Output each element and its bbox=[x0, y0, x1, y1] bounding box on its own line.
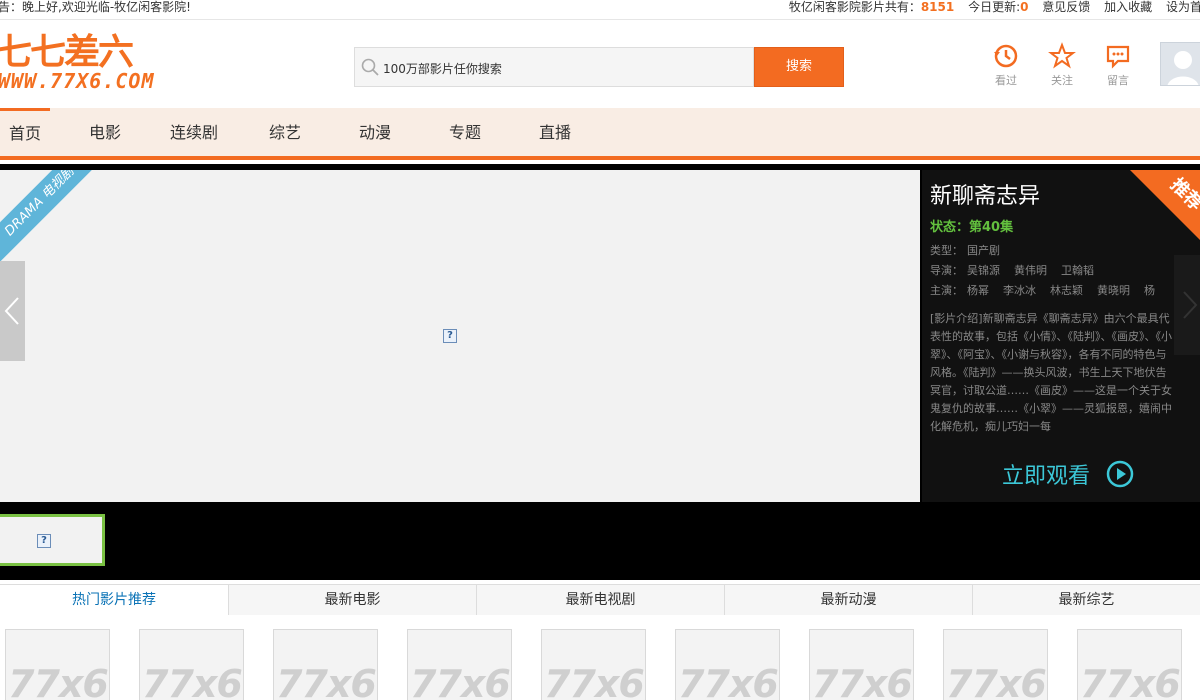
avatar[interactable] bbox=[1160, 42, 1200, 86]
search-button[interactable]: 搜索 bbox=[754, 47, 844, 87]
poster-watermark: 77x6 bbox=[678, 662, 779, 700]
nav-home[interactable]: 首页 bbox=[0, 108, 50, 156]
nav-movies[interactable]: 电影 bbox=[80, 108, 130, 156]
search-box bbox=[354, 47, 754, 87]
chevron-right-icon bbox=[1183, 291, 1198, 319]
history-button[interactable]: 看过 bbox=[984, 42, 1028, 92]
movie-poster[interactable]: 77x6 bbox=[809, 629, 914, 700]
tab-latest-variety[interactable]: 最新综艺 bbox=[972, 584, 1200, 615]
movie-poster[interactable]: 77x6 bbox=[273, 629, 378, 700]
site-logo[interactable]: 七七差六 WWW.77X6.COM bbox=[0, 34, 186, 94]
message-button[interactable]: 留言 bbox=[1096, 42, 1140, 92]
banner-thumbnail[interactable]: ? bbox=[0, 514, 105, 566]
featured-title[interactable]: 新聊斋志异 bbox=[930, 178, 1040, 210]
play-icon bbox=[1106, 460, 1134, 488]
poster-watermark: 77x6 bbox=[276, 662, 377, 700]
director-label: 导演： bbox=[930, 264, 963, 277]
cast-name[interactable]: 黄晓明 bbox=[1097, 284, 1130, 297]
director-row: 导演： 吴锦源 黄伟明 卫翰韬 bbox=[930, 262, 1108, 278]
banner-image[interactable]: DRAMA 电视剧 ? bbox=[0, 170, 920, 502]
tab-latest-series[interactable]: 最新电视剧 bbox=[476, 584, 724, 615]
feedback-link[interactable]: 意见反馈 bbox=[1042, 0, 1090, 14]
type-row: 类型： 国产剧 bbox=[930, 242, 1014, 258]
nav-anime[interactable]: 动漫 bbox=[350, 108, 400, 156]
main-nav: 首页 电影 连续剧 综艺 动漫 专题 直播 bbox=[0, 108, 1200, 160]
featured-info-panel: 推荐 新聊斋志异 状态：第40集 类型： 国产剧 导演： 吴锦源 黄伟明 卫翰韬 主演：… bbox=[922, 170, 1200, 502]
top-bar-right: 牧亿闲客影院影片共有：8151 今日更新:0 意见反馈 加入收藏 设为首 bbox=[789, 0, 1200, 14]
user-icon bbox=[1167, 51, 1199, 85]
cast-label: 主演： bbox=[930, 284, 963, 297]
tab-latest-anime[interactable]: 最新动漫 bbox=[724, 584, 972, 615]
follow-label: 关注 bbox=[1051, 74, 1073, 87]
nav-live[interactable]: 直播 bbox=[530, 108, 580, 156]
movie-poster[interactable]: 77x6 bbox=[407, 629, 512, 700]
movie-poster[interactable]: 77x6 bbox=[139, 629, 244, 700]
movie-poster[interactable]: 77x6 bbox=[541, 629, 646, 700]
poster-grid: 77x6 77x6 77x6 77x6 77x6 77x6 77x6 77x6 77x6 bbox=[0, 629, 1200, 700]
featured-description: [影片介绍]新聊斋志异《聊斋志异》由六个最具代表性的故事，包括《小倩》、《陆判》… bbox=[930, 312, 1172, 433]
movie-poster[interactable]: 77x6 bbox=[943, 629, 1048, 700]
nav-topics[interactable]: 专题 bbox=[440, 108, 490, 156]
message-icon bbox=[1106, 45, 1130, 69]
director-name[interactable]: 吴锦源 bbox=[967, 264, 1000, 277]
status-value: 第40集 bbox=[969, 220, 1014, 235]
poster-watermark: 77x6 bbox=[142, 662, 243, 700]
category-ribbon: DRAMA 电视剧 bbox=[0, 170, 107, 269]
poster-watermark: 77x6 bbox=[812, 662, 913, 700]
add-favorite-link[interactable]: 加入收藏 bbox=[1104, 0, 1152, 14]
history-label: 看过 bbox=[995, 74, 1017, 87]
movie-poster[interactable]: 77x6 bbox=[5, 629, 110, 700]
featured-banner: DRAMA 电视剧 ? 推荐 新聊斋志异 状态：第40集 类型： 国产剧 导演：吴… bbox=[0, 164, 1200, 580]
today-update-label: 今日更新: bbox=[968, 0, 1021, 14]
movie-count-label: 牧亿闲客影院影片共有： bbox=[788, 0, 921, 14]
poster-watermark: 77x6 bbox=[410, 662, 511, 700]
search-bar: 搜索 bbox=[354, 47, 844, 87]
movie-poster[interactable]: 77x6 bbox=[1077, 629, 1182, 700]
nav-variety[interactable]: 综艺 bbox=[260, 108, 310, 156]
star-icon bbox=[1048, 42, 1076, 69]
watch-now-button[interactable]: 立即观看 bbox=[1002, 458, 1134, 490]
cast-name[interactable]: 李冰冰 bbox=[1003, 284, 1036, 297]
broken-image-icon: ? bbox=[443, 329, 457, 343]
cast-name[interactable]: 杨 bbox=[1144, 284, 1155, 297]
top-bar: 告：晚上好,欢迎光临-牧亿闲客影院! 牧亿闲客影院影片共有：8151 今日更新:… bbox=[0, 0, 1200, 20]
broken-image-icon: ? bbox=[37, 534, 51, 548]
type-value[interactable]: 国产剧 bbox=[967, 244, 1000, 257]
cast-row: 主演： 杨幂 李冰冰 林志颖 黄晓明 杨 bbox=[930, 282, 1169, 298]
header-icons: 看过 关注 留言 bbox=[984, 42, 1154, 92]
message-label: 留言 bbox=[1107, 74, 1129, 87]
search-input[interactable] bbox=[383, 57, 743, 79]
logo-text: 七七差六 bbox=[0, 32, 134, 73]
watch-now-label: 立即观看 bbox=[1002, 464, 1091, 489]
poster-watermark: 77x6 bbox=[1080, 662, 1181, 700]
cast-name[interactable]: 杨幂 bbox=[967, 284, 989, 297]
logo-url: WWW.77X6.COM bbox=[0, 69, 155, 93]
poster-watermark: 77x6 bbox=[8, 662, 109, 700]
search-icon bbox=[361, 58, 379, 76]
greeting-text: 告：晚上好,欢迎光临-牧亿闲客影院! bbox=[0, 0, 191, 14]
chevron-left-icon bbox=[4, 297, 19, 325]
director-name[interactable]: 黄伟明 bbox=[1014, 264, 1047, 277]
tab-hot[interactable]: 热门影片推荐 bbox=[0, 584, 228, 616]
movie-count: 8151 bbox=[920, 0, 955, 14]
nav-series[interactable]: 连续剧 bbox=[164, 108, 224, 156]
movie-poster[interactable]: 77x6 bbox=[675, 629, 780, 700]
prev-slide-button[interactable] bbox=[0, 261, 25, 361]
tab-latest-movies[interactable]: 最新电影 bbox=[228, 584, 476, 615]
today-update-count: 0 bbox=[1020, 0, 1029, 14]
cast-name[interactable]: 林志颖 bbox=[1050, 284, 1083, 297]
set-homepage-link[interactable]: 设为首 bbox=[1166, 0, 1200, 14]
follow-button[interactable]: 关注 bbox=[1040, 42, 1084, 92]
status-label: 状态： bbox=[930, 220, 970, 235]
type-label: 类型： bbox=[930, 244, 963, 257]
director-name[interactable]: 卫翰韬 bbox=[1061, 264, 1094, 277]
header: 七七差六 WWW.77X6.COM 搜索 看过 关注 bbox=[0, 22, 1200, 108]
poster-watermark: 77x6 bbox=[946, 662, 1047, 700]
featured-status: 状态：第40集 bbox=[930, 216, 1013, 235]
history-icon bbox=[994, 44, 1018, 68]
poster-watermark: 77x6 bbox=[544, 662, 645, 700]
next-slide-button[interactable] bbox=[1174, 255, 1200, 355]
content-tabs: 热门影片推荐 最新电影 最新电视剧 最新动漫 最新综艺 bbox=[0, 584, 1200, 616]
